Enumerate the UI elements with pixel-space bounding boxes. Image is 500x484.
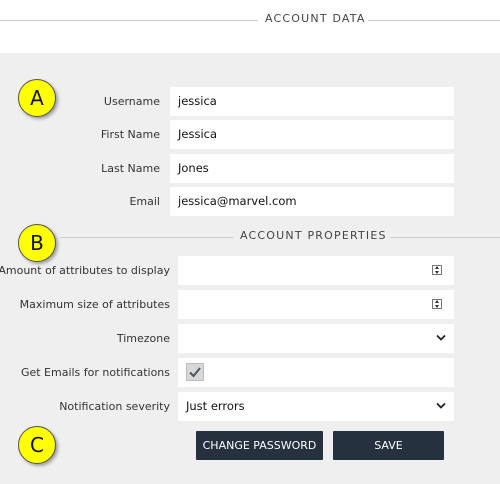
checkmark-icon <box>189 367 201 378</box>
last-name-label: Last Name <box>101 162 160 175</box>
properties-divider-right <box>390 237 500 238</box>
timezone-select[interactable] <box>178 324 454 353</box>
header-divider-right <box>368 20 500 21</box>
header-divider-left <box>0 20 258 21</box>
attributes-max-size-label: Maximum size of attributes <box>19 298 170 311</box>
chevron-down-icon[interactable] <box>436 334 446 342</box>
attributes-amount-label: Amount of attributes to display <box>0 264 170 277</box>
spinner-arrows-icon[interactable] <box>432 265 442 275</box>
attributes-amount-input[interactable] <box>178 256 454 285</box>
timezone-label: Timezone <box>116 332 170 345</box>
email-label: Email <box>129 195 160 208</box>
spinner-arrows-icon[interactable] <box>432 299 442 309</box>
email-notifications-checkbox[interactable] <box>186 363 204 381</box>
account-data-title: ACCOUNT DATA <box>265 12 366 25</box>
email-input[interactable]: jessica@marvel.com <box>170 187 454 216</box>
save-button[interactable]: SAVE <box>333 431 444 460</box>
email-notifications-field <box>178 358 454 387</box>
properties-divider-left <box>60 237 233 238</box>
account-properties-header: ACCOUNT PROPERTIES <box>0 228 500 246</box>
account-data-header: ACCOUNT DATA <box>0 11 500 29</box>
annotation-marker-a: A <box>18 79 56 117</box>
first-name-input[interactable]: Jessica <box>170 120 454 149</box>
first-name-label: First Name <box>100 128 160 141</box>
annotation-marker-c: C <box>18 426 56 464</box>
attributes-max-size-input[interactable] <box>178 290 454 319</box>
username-label: Username <box>103 95 160 108</box>
account-properties-title: ACCOUNT PROPERTIES <box>240 229 387 242</box>
last-name-input[interactable]: Jones <box>170 154 454 183</box>
chevron-down-icon[interactable] <box>436 402 446 410</box>
notification-severity-select[interactable]: Just errors <box>178 392 454 421</box>
change-password-button[interactable]: CHANGE PASSWORD <box>196 431 323 460</box>
notification-severity-label: Notification severity <box>59 400 170 413</box>
email-notifications-label: Get Emails for notifications <box>20 366 170 379</box>
username-input[interactable]: jessica <box>170 87 454 116</box>
